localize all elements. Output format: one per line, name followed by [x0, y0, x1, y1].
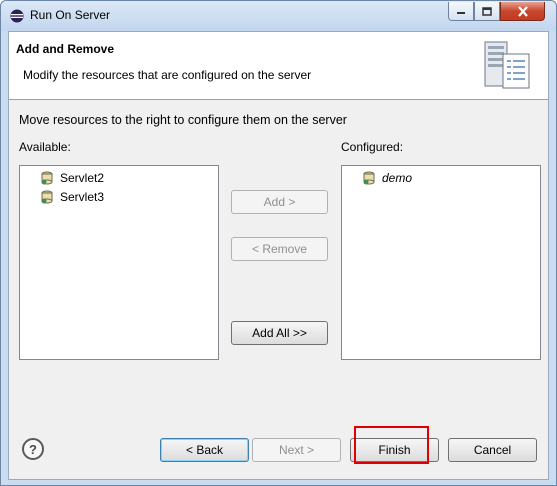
next-button[interactable]: Next >: [252, 438, 341, 462]
eclipse-icon: [10, 9, 24, 23]
available-label: Available:: [19, 140, 71, 154]
minimize-button[interactable]: [448, 2, 474, 21]
server-document-icon: [484, 41, 530, 89]
run-on-server-window: Run On Server Add and Remove Modify the …: [0, 0, 557, 486]
dialog-client-area: Add and Remove Modify the resources that…: [8, 31, 549, 480]
instructions-text: Move resources to the right to configure…: [19, 113, 347, 127]
list-item[interactable]: Servlet2: [40, 169, 104, 187]
web-module-icon: [363, 171, 375, 185]
minimize-icon: [457, 12, 465, 14]
title-bar[interactable]: Run On Server: [1, 1, 556, 31]
page-description: Modify the resources that are configured…: [23, 68, 312, 82]
list-item[interactable]: demo: [362, 169, 412, 187]
configured-list[interactable]: demo: [341, 165, 541, 360]
available-list[interactable]: Servlet2 Servlet3: [19, 165, 219, 360]
remove-button[interactable]: < Remove: [231, 237, 328, 261]
window-title: Run On Server: [30, 8, 111, 22]
cancel-button[interactable]: Cancel: [448, 438, 537, 462]
configured-label: Configured:: [341, 140, 404, 154]
maximize-icon: [482, 6, 492, 16]
add-all-button[interactable]: Add All >>: [231, 321, 328, 345]
add-button[interactable]: Add >: [231, 190, 328, 214]
close-icon: [517, 5, 528, 17]
web-module-icon: [41, 190, 53, 204]
web-module-icon: [41, 171, 53, 185]
close-button[interactable]: [500, 2, 545, 21]
back-button[interactable]: < Back: [160, 438, 249, 462]
page-title: Add and Remove: [16, 42, 115, 56]
wizard-header: Add and Remove Modify the resources that…: [9, 32, 548, 100]
finish-highlight-box: [354, 426, 429, 464]
list-item[interactable]: Servlet3: [40, 188, 104, 206]
help-icon[interactable]: ?: [22, 438, 44, 460]
maximize-button[interactable]: [474, 2, 500, 21]
